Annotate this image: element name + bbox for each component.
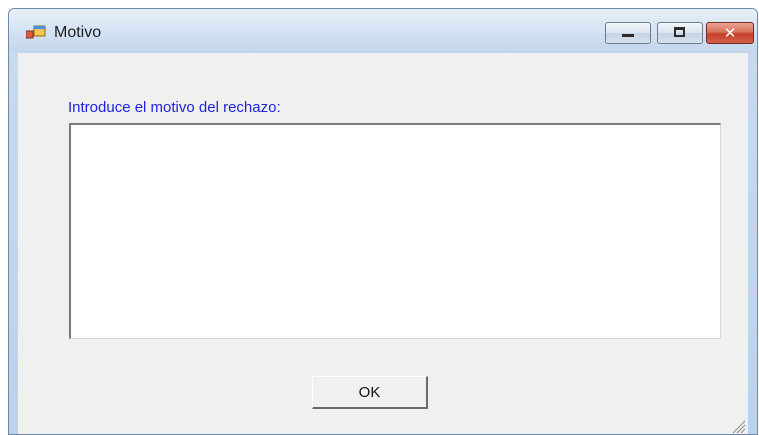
resize-grip-icon[interactable]	[730, 418, 746, 434]
close-icon: ✕	[723, 24, 737, 42]
title-bar[interactable]: Motivo ✕	[9, 9, 757, 53]
window-title: Motivo	[54, 24, 102, 41]
maximize-button[interactable]	[657, 22, 703, 44]
minimize-icon	[622, 34, 634, 37]
client-area: Introduce el motivo del rechazo: OK	[18, 53, 748, 434]
ok-button[interactable]: OK	[312, 376, 428, 409]
close-button[interactable]: ✕	[706, 22, 754, 44]
reason-prompt-label: Introduce el motivo del rechazo:	[68, 99, 281, 116]
maximize-icon	[674, 27, 685, 37]
reason-textarea[interactable]	[69, 123, 721, 339]
dialog-window: Motivo ✕ Introduce el motivo del rechazo…	[8, 8, 758, 435]
minimize-button[interactable]	[605, 22, 651, 44]
windows-form-icon	[26, 25, 46, 39]
